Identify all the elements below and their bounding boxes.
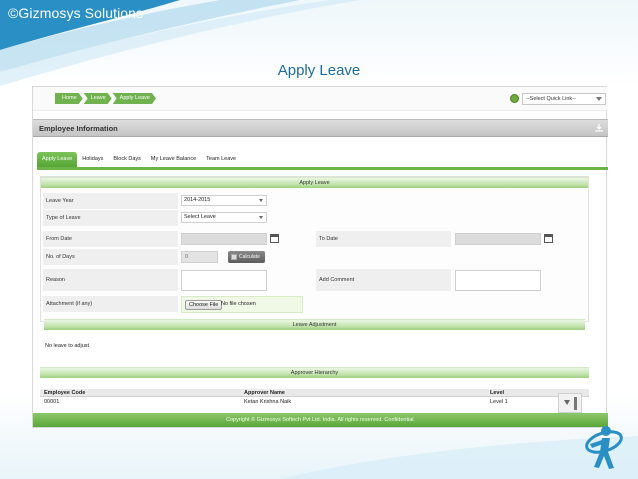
no-of-days-field: 0 bbox=[181, 251, 218, 263]
tab-team-leave[interactable]: Team Leave bbox=[201, 152, 241, 167]
download-icon[interactable] bbox=[594, 123, 604, 133]
leave-year-value: 2014-2015 bbox=[184, 197, 211, 203]
attachment-field: Choose File No file chosen bbox=[181, 296, 303, 313]
reason-label: Reason bbox=[43, 269, 178, 291]
row-attachment: Attachment (if any) Choose File No file … bbox=[41, 296, 588, 314]
leave-year-label: Leave Year bbox=[43, 193, 178, 209]
employee-info-header[interactable]: Employee Information bbox=[33, 119, 608, 137]
level-cell: Level 1 bbox=[490, 399, 508, 405]
no-of-days-label: No. of Days bbox=[43, 249, 178, 265]
row-no-of-days: No. of Days 0 Calculate bbox=[41, 249, 588, 267]
app-window: Home Leave Apply Leave --Select Quick Li… bbox=[32, 86, 608, 428]
tab-block-days[interactable]: Block Days bbox=[108, 152, 146, 167]
breadcrumb-home[interactable]: Home bbox=[55, 93, 83, 104]
tab-my-leave-balance[interactable]: My Leave Balance bbox=[146, 152, 201, 167]
slide-copyright: ©Gizmosys Solutions bbox=[8, 5, 144, 21]
breadcrumb-apply-leave[interactable]: Apply Leave bbox=[113, 93, 156, 104]
row-reason: Reason Add Comment bbox=[41, 269, 588, 293]
leave-year-select[interactable]: 2014-2015 bbox=[181, 195, 267, 206]
chevron-down-icon bbox=[259, 216, 263, 219]
row-dates: From Date To Date bbox=[41, 231, 588, 249]
quick-link-select[interactable]: --Select Quick Link-- bbox=[522, 93, 606, 105]
quick-link-value: --Select Quick Link-- bbox=[526, 96, 576, 102]
chevron-down-icon bbox=[596, 97, 602, 101]
scroll-control[interactable] bbox=[558, 393, 582, 413]
tab-holidays[interactable]: Holidays bbox=[77, 152, 108, 167]
add-comment-label: Add Comment bbox=[316, 269, 451, 291]
to-date-label: To Date bbox=[316, 231, 451, 247]
calculator-icon bbox=[231, 254, 237, 260]
slide-title: Apply Leave bbox=[277, 62, 361, 79]
breadcrumb-leave[interactable]: Leave bbox=[84, 93, 112, 104]
column-employee-code: Employee Code bbox=[44, 390, 86, 396]
gizmosys-logo-icon bbox=[585, 426, 623, 469]
row-type-of-leave: Type of Leave Select Leave bbox=[41, 210, 588, 228]
type-of-leave-select[interactable]: Select Leave bbox=[181, 212, 267, 223]
approver-table-header: Employee Code Approver Name Level bbox=[40, 389, 589, 397]
chevron-down-icon bbox=[259, 199, 263, 202]
choose-file-button[interactable]: Choose File bbox=[185, 300, 223, 310]
approver-name-cell: Ketan Krishna Naik bbox=[244, 399, 292, 405]
calculate-button[interactable]: Calculate bbox=[228, 251, 265, 263]
leave-tabs: Apply Leave Holidays Block Days My Leave… bbox=[37, 152, 241, 167]
leave-adjustment-title: Leave Adjustment bbox=[44, 319, 585, 330]
approver-hierarchy-title: Approver Hierarchy bbox=[40, 367, 589, 378]
scrollbar-handle[interactable] bbox=[574, 397, 577, 410]
row-leave-year: Leave Year 2014-2015 bbox=[41, 193, 588, 211]
column-level: Level bbox=[490, 390, 505, 396]
from-date-label: From Date bbox=[43, 231, 178, 247]
from-date-input[interactable] bbox=[181, 233, 267, 245]
column-approver-name: Approver Name bbox=[244, 390, 285, 396]
calendar-icon[interactable] bbox=[270, 234, 279, 243]
calculate-button-label: Calculate bbox=[239, 254, 260, 260]
add-comment-textarea[interactable] bbox=[455, 270, 541, 291]
to-date-input[interactable] bbox=[455, 233, 541, 245]
breadcrumb: Home Leave Apply Leave bbox=[55, 93, 157, 104]
file-status: No file chosen bbox=[221, 301, 256, 307]
leave-adjustment-message: No leave to adjust bbox=[45, 343, 90, 349]
apply-leave-form: Apply Leave Leave Year 2014-2015 Type of… bbox=[40, 176, 589, 330]
tab-apply-leave[interactable]: Apply Leave bbox=[37, 152, 78, 167]
employee-code-cell: 00001 bbox=[44, 399, 60, 405]
quick-link-icon bbox=[510, 94, 519, 103]
footer: Copyright © Gizmosys Softech Pvt Ltd. In… bbox=[33, 413, 608, 427]
employee-info-title: Employee Information bbox=[39, 124, 118, 133]
tab-underline bbox=[37, 167, 608, 170]
apply-leave-form-title: Apply Leave bbox=[41, 177, 588, 188]
table-row: 00001 Ketan Krishna Naik Level 1 bbox=[40, 398, 589, 407]
type-of-leave-label: Type of Leave bbox=[43, 210, 178, 226]
arrow-down-icon[interactable] bbox=[564, 400, 570, 405]
type-of-leave-value: Select Leave bbox=[184, 214, 216, 220]
top-bar: Home Leave Apply Leave --Select Quick Li… bbox=[33, 87, 608, 111]
reason-textarea[interactable] bbox=[181, 270, 267, 291]
attachment-label: Attachment (if any) bbox=[43, 296, 178, 312]
calendar-icon[interactable] bbox=[544, 234, 553, 243]
